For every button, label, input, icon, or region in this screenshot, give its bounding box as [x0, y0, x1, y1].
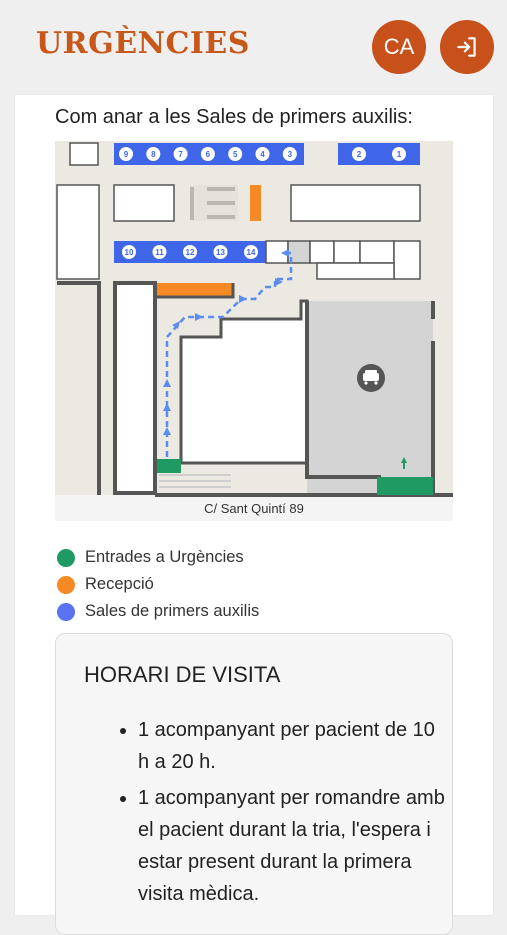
map-legend: Entrades a Urgències Recepció Sales de p…: [57, 544, 259, 625]
top-left-block: [69, 142, 99, 166]
room-number: 1: [397, 150, 402, 159]
legend-item-entrances: Entrades a Urgències: [57, 544, 259, 571]
reception-small: [250, 185, 261, 221]
reception-main: [157, 283, 233, 297]
room-number: 11: [155, 248, 164, 257]
room-number: 4: [260, 150, 265, 159]
legend-label: Entrades a Urgències: [85, 548, 244, 566]
room-number: 10: [125, 248, 134, 257]
visiting-hours-list: 1 acompanyant per pacient de 10 h a 20 h…: [114, 714, 448, 910]
visiting-hours-title: HORARI DE VISITA: [84, 662, 281, 687]
room-number: 9: [124, 150, 129, 159]
grey-area: [307, 301, 433, 493]
legend-dot: [57, 602, 75, 621]
language-button[interactable]: CA: [372, 20, 426, 74]
entrance-left: [157, 459, 181, 473]
room-number: 14: [247, 248, 256, 257]
legend-dot: [57, 548, 75, 567]
corridor-block-4: [333, 240, 361, 264]
room-number: 5: [233, 150, 238, 159]
list-item: 1 acompanyant per romandre amb el pacien…: [138, 782, 448, 910]
room-number: 3: [288, 150, 293, 159]
room-number: 8: [151, 150, 156, 159]
car-icon: [357, 364, 385, 392]
corridor-block-5: [359, 240, 395, 264]
entrance-right: [377, 477, 433, 495]
left-tall-block: [56, 184, 100, 280]
hospital-map: 9 8 7 6 5 4 3 2 1 10 11 12 13 14 C/ Sant Quintí…: [55, 141, 453, 521]
app-header: URGÈNCIES CA: [0, 0, 507, 95]
visiting-hours-box: HORARI DE VISITA 1 acompanyant per pacie…: [55, 633, 453, 935]
legend-label: Sales de primers auxilis: [85, 602, 260, 620]
corridor-block-3: [309, 240, 335, 264]
right-block: [290, 184, 421, 222]
top-right-rooms-row: [338, 143, 420, 165]
legend-item-reception: Recepció: [57, 571, 259, 598]
mid-block: [113, 184, 175, 222]
room-number: 7: [178, 150, 183, 159]
room-number: 2: [357, 150, 362, 159]
login-button[interactable]: [440, 20, 494, 74]
language-label: CA: [383, 34, 415, 59]
legend-label: Recepció: [85, 575, 154, 593]
room-number: 6: [206, 150, 211, 159]
login-icon: [457, 37, 476, 57]
app-title: URGÈNCIES: [36, 26, 250, 61]
street-label: C/ Sant Quintí 89: [204, 501, 304, 516]
legend-dot: [57, 575, 75, 594]
left-column-block: [113, 281, 157, 495]
room-number: 13: [216, 248, 225, 257]
legend-item-first-aid-rooms: Sales de primers auxilis: [57, 598, 259, 625]
corridor-block-7: [316, 262, 395, 280]
corridor-block-6: [393, 240, 421, 280]
room-number: 12: [186, 248, 195, 257]
list-item: 1 acompanyant per pacient de 10 h a 20 h…: [138, 714, 448, 778]
directions-heading: Com anar a les Sales de primers auxilis:: [55, 106, 413, 128]
